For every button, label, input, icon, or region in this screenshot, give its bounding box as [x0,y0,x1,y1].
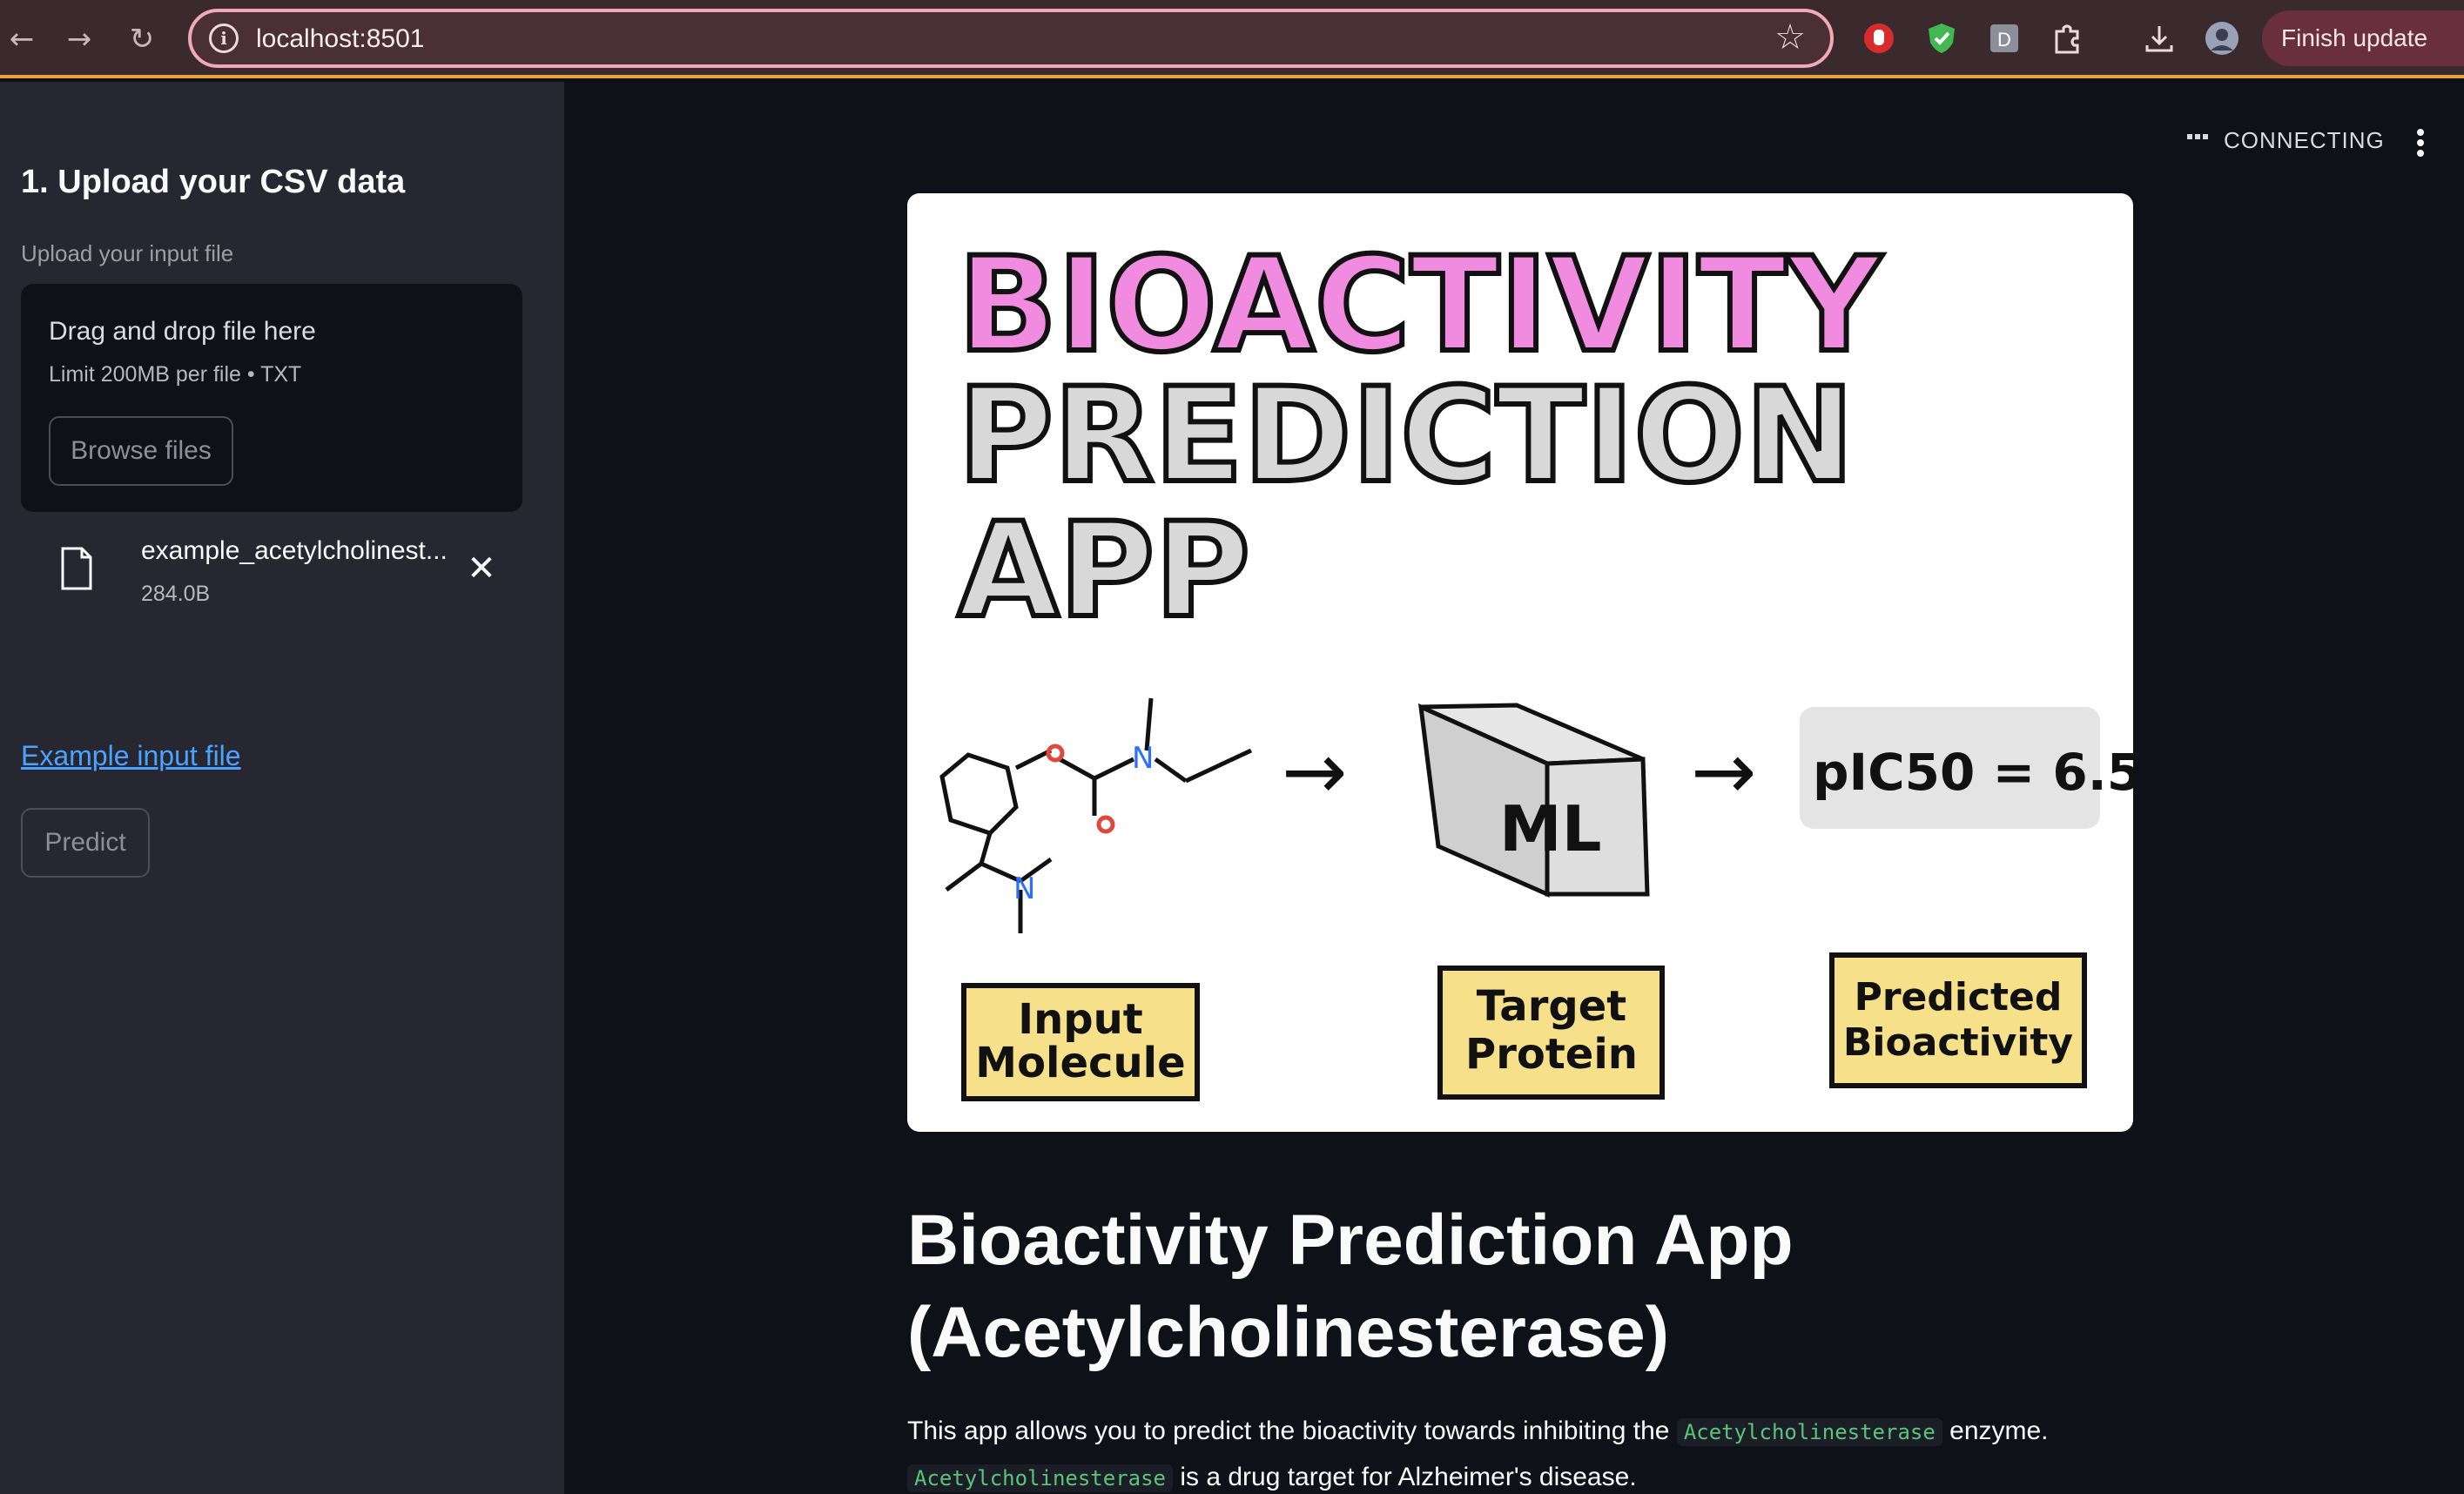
page-title-line1: Bioactivity Prediction App [907,1201,1794,1280]
reload-icon[interactable]: ↻ [120,17,164,61]
connection-status: CONNECTING [2224,127,2385,153]
page-title: Bioactivity Prediction App (Acetylcholin… [907,1195,2213,1379]
arrow-icon: → [1691,726,1756,818]
pic50-label: pIC50 = 6.5 [1813,743,2133,802]
dropzone-title: Drag and drop file here [49,317,316,346]
browser-toolbar: ← → ↻ i localhost:8501 ☆ D Finish update [0,0,2464,78]
input-box-line2: Molecule [975,1039,1185,1087]
shield-check-icon[interactable] [1922,19,1961,57]
svg-text:D: D [1997,29,2011,50]
puzzle-icon[interactable] [2048,19,2086,57]
desc-text-1: This app allows you to predict the bioac… [907,1417,1670,1445]
example-input-link[interactable]: Example input file [21,740,241,772]
status-dots-icon [2187,134,2208,139]
desc-text-3: is a drug target for Alzheimer's disease… [1180,1463,1637,1491]
desc-text-2: enzyme. [1949,1417,2049,1445]
ml-cube: ML [1417,703,1650,898]
banner-title-line2: PREDICTION [958,360,1855,512]
target-box-line1: Target [1477,982,1626,1031]
main-menu-icon[interactable] [2403,125,2438,160]
back-icon[interactable]: ← [0,17,44,61]
svg-text:N: N [1013,872,1035,906]
desc-code-1: Acetylcholinesterase [1676,1418,1942,1446]
browse-files-button[interactable]: Browse files [49,416,233,486]
stop-hand-icon[interactable] [1860,19,1898,57]
desc-code-2: Acetylcholinesterase [907,1464,1173,1492]
target-box-line2: Protein [1465,1030,1638,1079]
molecule-drawing: N N [939,697,1253,933]
file-name: example_acetylcholinest... [141,536,448,565]
download-icon[interactable] [2140,19,2178,57]
file-icon [61,547,92,590]
close-icon[interactable]: ✕ [461,548,502,589]
predict-button[interactable]: Predict [21,808,150,878]
bookmark-star-icon[interactable]: ☆ [1774,17,1806,57]
svg-text:N: N [1132,741,1154,776]
arrow-icon: → [1282,726,1347,818]
file-dropzone[interactable]: Drag and drop file here Limit 200MB per … [21,284,522,512]
file-size: 284.0B [141,582,211,606]
dropzone-limit: Limit 200MB per file • TXT [49,362,302,387]
sidebar-heading: 1. Upload your CSV data [21,164,406,200]
predicted-box-line1: Predicted [1855,975,2063,1020]
banner-title-line3: APP [958,495,1250,647]
app-description: This app allows you to predict the bioac… [907,1409,2170,1494]
url-text[interactable]: localhost:8501 [256,24,424,54]
forward-icon[interactable]: → [57,17,101,61]
banner-title-line1: BIOACTIVITY [958,230,1883,381]
finish-update-button[interactable]: Finish update [2262,10,2464,66]
ml-label: ML [1499,792,1602,865]
uploaded-file: example_acetylcholinest... 284.0B ✕ [21,529,522,625]
upload-label: Upload your input file [21,240,234,266]
banner-image: BIOACTIVITY PREDICTION APP N N → ML → pI… [907,193,2133,1132]
input-box-line1: Input [1018,995,1143,1044]
d-extension-icon[interactable]: D [1985,19,2023,57]
profile-icon[interactable] [2203,19,2241,57]
address-bar[interactable]: i localhost:8501 ☆ [188,9,1834,68]
site-info-icon[interactable]: i [209,24,239,53]
page-title-line2: (Acetylcholinesterase) [907,1293,1670,1372]
predicted-box-line2: Bioactivity [1843,1020,2073,1065]
